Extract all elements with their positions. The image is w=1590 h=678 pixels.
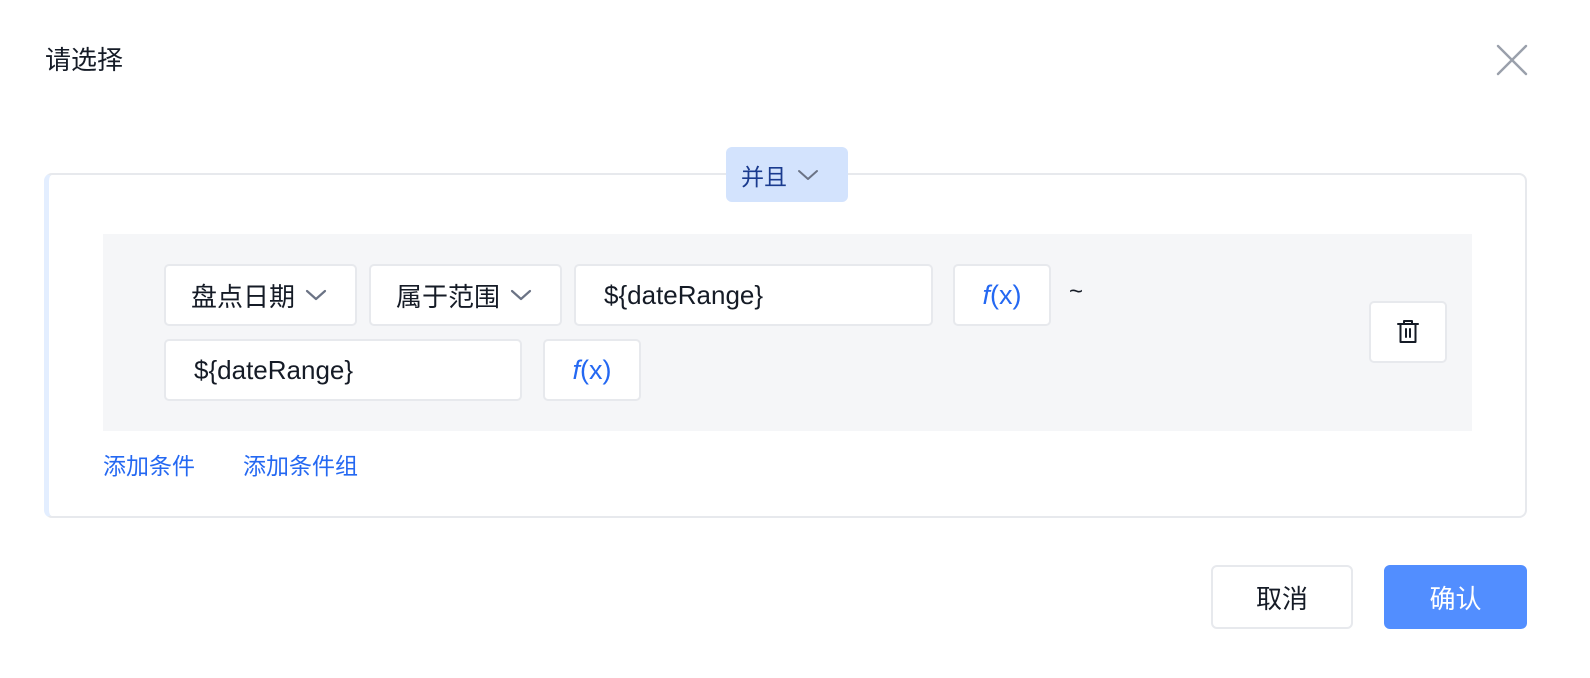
formula-paren-label: (x) bbox=[580, 354, 612, 385]
chevron-down-icon bbox=[797, 168, 819, 182]
chevron-down-icon bbox=[510, 288, 532, 302]
add-condition-group-link[interactable]: 添加条件组 bbox=[243, 450, 358, 482]
delete-condition-button[interactable] bbox=[1369, 301, 1447, 363]
field-select-value: 盘点日期 bbox=[191, 281, 296, 312]
conjunction-select[interactable]: 并且 bbox=[726, 147, 848, 202]
range-start-input[interactable]: ${dateRange} bbox=[574, 264, 933, 326]
condition-dialog: 请选择 并且 盘点日期 属于范围 ${dateRange} f (x) ~ ${d… bbox=[0, 0, 1590, 678]
formula-button[interactable]: f (x) bbox=[543, 339, 641, 401]
range-separator: ~ bbox=[1069, 278, 1084, 305]
operator-select[interactable]: 属于范围 bbox=[369, 264, 562, 326]
close-button[interactable] bbox=[1494, 42, 1530, 78]
close-icon bbox=[1496, 44, 1528, 76]
field-select[interactable]: 盘点日期 bbox=[164, 264, 357, 326]
chevron-down-icon bbox=[305, 288, 327, 302]
formula-paren-label: (x) bbox=[990, 279, 1022, 310]
formula-f-label: f bbox=[572, 354, 581, 385]
range-end-input[interactable]: ${dateRange} bbox=[164, 339, 522, 401]
formula-f-label: f bbox=[982, 279, 991, 310]
dialog-title: 请选择 bbox=[45, 45, 124, 75]
trash-icon bbox=[1397, 320, 1419, 343]
range-start-value: ${dateRange} bbox=[604, 279, 764, 310]
operator-select-value: 属于范围 bbox=[396, 281, 501, 312]
add-condition-link[interactable]: 添加条件 bbox=[103, 450, 195, 482]
confirm-button[interactable]: 确认 bbox=[1384, 565, 1527, 629]
conjunction-label: 并且 bbox=[741, 163, 787, 190]
range-end-value: ${dateRange} bbox=[194, 354, 354, 385]
formula-button[interactable]: f (x) bbox=[953, 264, 1051, 326]
cancel-button[interactable]: 取消 bbox=[1211, 565, 1353, 629]
